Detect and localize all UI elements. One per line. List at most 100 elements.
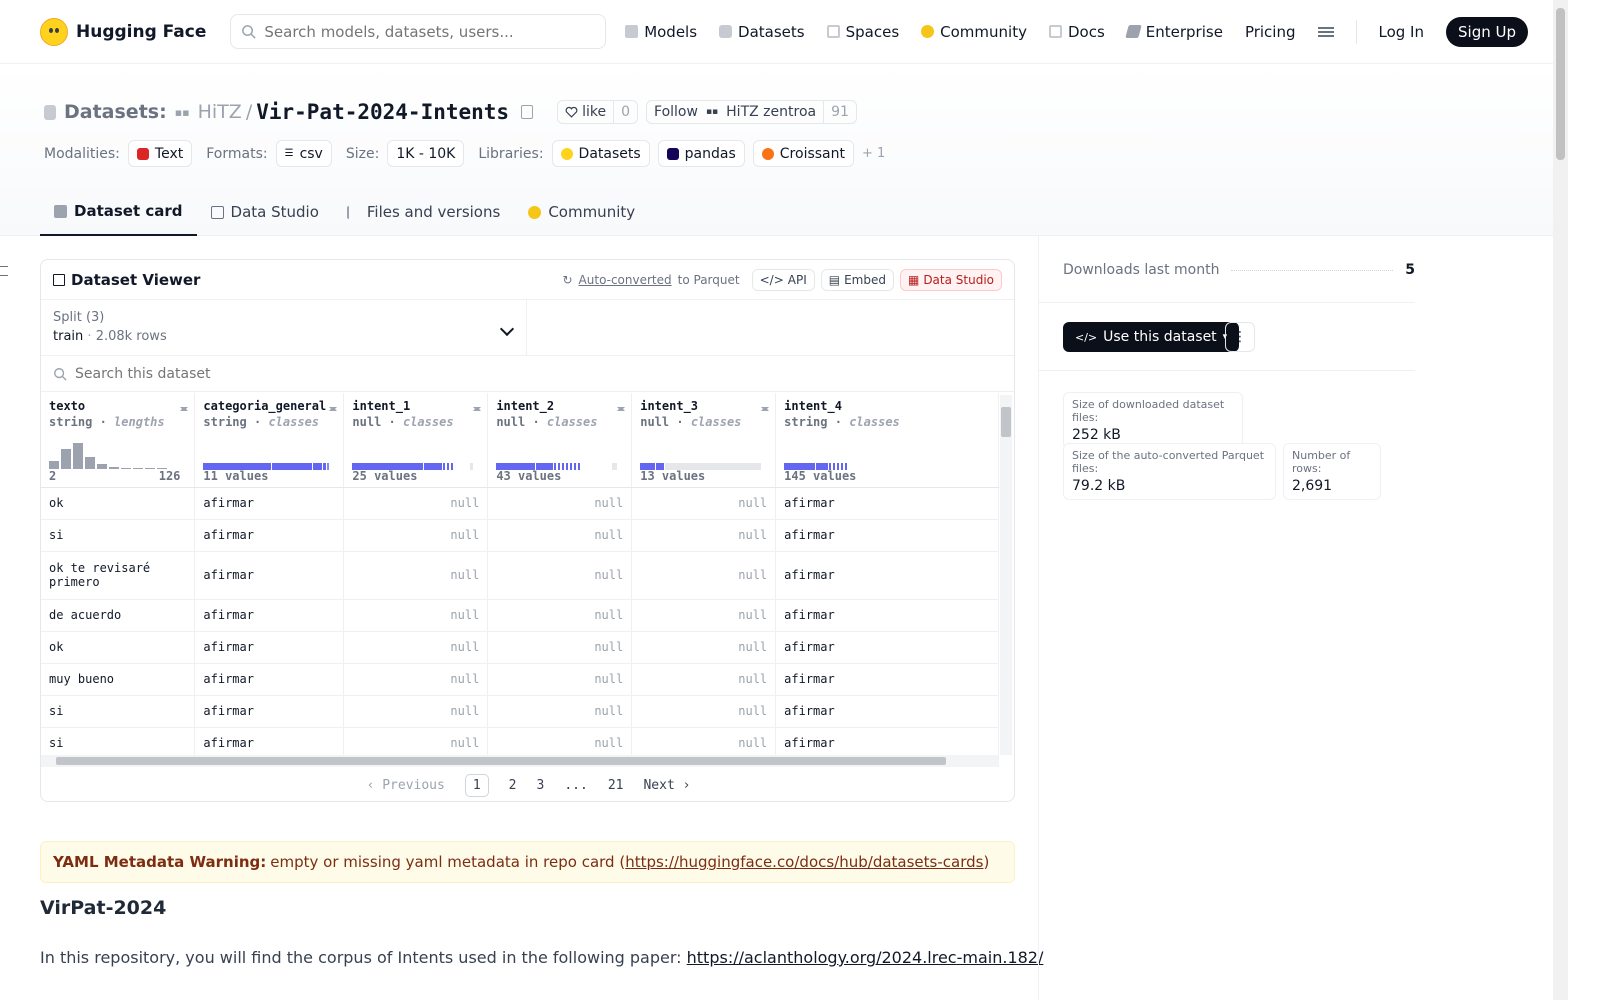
page-21-button[interactable]: 21 [608, 778, 624, 793]
cell-texto[interactable]: si [41, 519, 196, 552]
tab-data-studio[interactable]: Data Studio [197, 188, 333, 236]
library-tag-pandas[interactable]: pandas [657, 140, 745, 167]
table-vertical-scrollbar[interactable] [1000, 395, 1012, 755]
cell-intent-3[interactable]: null [631, 487, 777, 520]
cell-intent-4[interactable]: afirmar [775, 599, 999, 632]
cell-intent-1[interactable]: null [343, 599, 489, 632]
paper-link[interactable]: https://aclanthology.org/2024.lrec-main.… [687, 948, 1044, 967]
table-row[interactable]: ok afirmar null null null afirmar [41, 631, 999, 664]
cell-texto[interactable]: muy bueno [41, 663, 196, 696]
column-header[interactable]: intent_4 string · classes 145 values [775, 393, 999, 488]
dataset-search-input[interactable] [75, 365, 1002, 382]
table-row[interactable]: muy bueno afirmar null null null afirmar [41, 663, 999, 696]
cell-intent-4[interactable]: afirmar [775, 631, 999, 664]
scrollbar-thumb[interactable] [1001, 407, 1011, 437]
global-search[interactable] [230, 14, 607, 49]
previous-page-button[interactable]: ‹ Previous [367, 778, 445, 793]
use-dataset-button[interactable]: </> Use this dataset ▾ [1063, 322, 1240, 352]
sort-icon[interactable] [473, 403, 482, 415]
cell-intent-4[interactable]: afirmar [775, 663, 999, 696]
cell-intent-4[interactable]: afirmar [775, 551, 999, 600]
size-tag[interactable]: 1K - 10K [387, 140, 465, 167]
nav-docs[interactable]: Docs [1048, 23, 1105, 41]
cell-intent-2[interactable]: null [487, 599, 633, 632]
signup-button[interactable]: Sign Up [1446, 16, 1528, 47]
cell-intent-4[interactable]: afirmar [775, 727, 999, 755]
cell-categoria[interactable]: afirmar [194, 631, 345, 664]
cell-intent-2[interactable]: null [487, 663, 633, 696]
cell-intent-2[interactable]: null [487, 519, 633, 552]
api-button[interactable]: </> API [751, 268, 815, 291]
more-options-button[interactable]: ⋮ [1225, 322, 1255, 352]
login-link[interactable]: Log In [1379, 23, 1425, 41]
page-3-button[interactable]: 3 [537, 778, 545, 793]
nav-datasets[interactable]: Datasets [719, 23, 805, 41]
cell-intent-4[interactable]: afirmar [775, 519, 999, 552]
cell-texto[interactable]: ok te revisaré primero [41, 551, 196, 600]
page-1-button[interactable]: 1 [464, 773, 489, 797]
nav-community[interactable]: Community [921, 23, 1027, 41]
repo-org[interactable]: HiTZ [198, 101, 242, 123]
cell-intent-3[interactable]: null [631, 631, 777, 664]
table-row[interactable]: ok afirmar null null null afirmar [41, 487, 999, 520]
cell-intent-3[interactable]: null [631, 519, 777, 552]
cell-intent-2[interactable]: null [487, 551, 633, 600]
table-row[interactable]: de acuerdo afirmar null null null afirmar [41, 599, 999, 632]
table-row[interactable]: ok te revisaré primero afirmar null null nul… [41, 551, 999, 600]
dataset-search[interactable] [41, 356, 1014, 392]
nav-models[interactable]: Models [625, 23, 697, 41]
brand-logo[interactable]: Hugging Face [40, 17, 206, 46]
copy-icon[interactable] [521, 105, 534, 119]
page-2-button[interactable]: 2 [509, 778, 517, 793]
format-tag[interactable]: ☰ csv [275, 140, 332, 167]
sort-icon[interactable] [180, 403, 189, 415]
cell-intent-3[interactable]: null [631, 695, 777, 728]
cell-texto[interactable]: si [41, 727, 196, 755]
more-libraries-link[interactable]: + 1 [862, 146, 885, 161]
tab-files[interactable]: Files and versions [333, 188, 514, 236]
cell-intent-1[interactable]: null [343, 695, 489, 728]
cell-intent-1[interactable]: null [343, 551, 489, 600]
nav-enterprise[interactable]: Enterprise [1125, 23, 1223, 41]
cell-texto[interactable]: si [41, 695, 196, 728]
cell-categoria[interactable]: afirmar [194, 519, 345, 552]
cell-intent-2[interactable]: null [487, 695, 633, 728]
follow-button[interactable]: Follow ▪▪ HiTZ zentroa 91 [646, 100, 857, 124]
column-header[interactable]: intent_1 null · classes 25 values [343, 393, 489, 488]
warning-link[interactable]: https://huggingface.co/docs/hub/datasets… [625, 853, 983, 871]
sort-icon[interactable] [329, 403, 338, 415]
scrollbar-thumb[interactable] [1556, 8, 1565, 160]
sort-icon[interactable] [617, 403, 626, 415]
cell-intent-1[interactable]: null [343, 487, 489, 520]
repo-type-label[interactable]: Datasets: [64, 101, 167, 123]
cell-categoria[interactable]: afirmar [194, 487, 345, 520]
cell-categoria[interactable]: afirmar [194, 599, 345, 632]
cell-categoria[interactable]: afirmar [194, 727, 345, 755]
cell-intent-1[interactable]: null [343, 663, 489, 696]
embed-button[interactable]: ▤ Embed [820, 268, 894, 291]
nav-spaces[interactable]: Spaces [826, 23, 899, 41]
cell-texto[interactable]: ok [41, 631, 196, 664]
sidebar-toggle-icon[interactable] [0, 266, 8, 276]
split-selector[interactable]: Split (3) train · 2.08k rows [41, 300, 527, 355]
cell-categoria[interactable]: afirmar [194, 695, 345, 728]
repo-name[interactable]: Vir-Pat-2024-Intents [256, 100, 509, 124]
cell-intent-2[interactable]: null [487, 487, 633, 520]
page-scrollbar[interactable] [1553, 0, 1568, 1000]
column-header[interactable]: intent_2 null · classes 43 values [487, 393, 633, 488]
scrollbar-thumb[interactable] [56, 757, 946, 765]
more-menu-icon[interactable] [1317, 26, 1334, 37]
nav-pricing[interactable]: Pricing [1245, 23, 1296, 41]
cell-intent-2[interactable]: null [487, 631, 633, 664]
cell-categoria[interactable]: afirmar [194, 551, 345, 600]
column-header[interactable]: intent_3 null · classes 13 values [631, 393, 777, 488]
cell-categoria[interactable]: afirmar [194, 663, 345, 696]
column-header[interactable]: categoria_general string · classes 11 va… [194, 393, 345, 488]
table-horizontal-scrollbar[interactable] [41, 755, 999, 767]
tab-dataset-card[interactable]: Dataset card [40, 188, 197, 236]
tab-community[interactable]: Community [514, 188, 649, 236]
table-row[interactable]: si afirmar null null null afirmar [41, 727, 999, 755]
like-button[interactable]: like 0 [557, 100, 639, 124]
auto-converted-link[interactable]: Auto-converted [579, 273, 672, 287]
library-tag-datasets[interactable]: Datasets [551, 140, 650, 167]
